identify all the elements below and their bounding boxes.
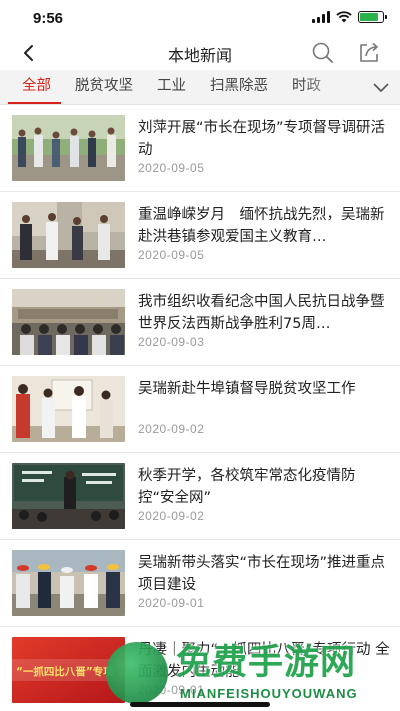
search-button[interactable] — [310, 40, 336, 66]
news-date: 2020-09-05 — [138, 248, 205, 262]
tab-poverty-alleviation[interactable]: 脱贫攻坚 — [63, 70, 145, 104]
news-title: 重温峥嵘岁月 缅怀抗战先烈，吴瑞新赴洪巷镇参观爱国主义教育… — [138, 207, 385, 245]
category-tab-bar: 全部 脱贫攻坚 工业 扫黑除恶 时政 — [0, 70, 400, 105]
share-icon — [360, 42, 378, 62]
news-item[interactable]: “一抓四比八晋”专项 丹凄｜聚力“一抓四比八晋”专项行动 全面激发内生动能 20… — [0, 627, 400, 711]
status-bar: 9:56 — [0, 0, 400, 36]
wifi-icon — [336, 11, 352, 23]
news-title: 吴瑞新带头落实“市长在现场”推进重点项目建设 — [138, 555, 386, 593]
news-item[interactable]: 重温峥嵘岁月 缅怀抗战先烈，吴瑞新赴洪巷镇参观爱国主义教育… 2020-09-0… — [0, 192, 400, 279]
news-thumbnail — [12, 115, 125, 181]
nav-bar: 本地新闻 — [0, 36, 400, 70]
news-date: 2020-09-05 — [138, 161, 205, 175]
search-icon — [312, 42, 333, 63]
news-title: 丹凄｜聚力“一抓四比八晋”专项行动 全面激发内生动能 — [138, 642, 390, 680]
news-thumbnail — [12, 289, 125, 355]
tab-politics[interactable]: 时政 — [280, 70, 333, 104]
news-thumbnail — [12, 202, 125, 268]
share-button[interactable] — [356, 40, 382, 66]
news-thumbnail — [12, 463, 125, 529]
home-indicator[interactable] — [130, 702, 270, 707]
expand-tabs-button[interactable] — [362, 70, 400, 104]
tab-all[interactable]: 全部 — [0, 70, 63, 104]
tab-industry[interactable]: 工业 — [145, 70, 198, 104]
category-tabs: 全部 脱贫攻坚 工业 扫黑除恶 时政 — [0, 70, 360, 104]
status-time: 9:56 — [33, 10, 64, 27]
thumbnail-caption: “一抓四比八晋”专项 — [16, 665, 114, 678]
news-item[interactable]: 我市组织收看纪念中国人民抗日战争暨世界反法西斯战争胜利75周… 2020-09-… — [0, 279, 400, 366]
news-thumbnail: “一抓四比八晋”专项 — [12, 637, 125, 703]
cellular-signal-icon — [312, 11, 330, 23]
news-date: 2020-09-01 — [138, 596, 205, 610]
news-date: 2020-09-02 — [138, 422, 205, 436]
news-item[interactable]: 秋季开学，各校筑牢常态化疫情防控“安全网” 2020-09-02 — [0, 453, 400, 540]
news-item[interactable]: 刘萍开展“市长在现场”专项督导调研活动 2020-09-05 — [0, 105, 400, 192]
news-date: 2020-09-01 — [138, 683, 205, 697]
news-list: 刘萍开展“市长在现场”专项督导调研活动 2020-09-05 重温峥嵘岁月 缅怀… — [0, 105, 400, 711]
news-date: 2020-09-02 — [138, 509, 205, 523]
news-title: 刘萍开展“市长在现场”专项督导调研活动 — [138, 120, 386, 158]
page-title: 本地新闻 — [167, 46, 232, 65]
news-title: 我市组织收看纪念中国人民抗日战争暨世界反法西斯战争胜利75周… — [138, 294, 385, 332]
news-thumbnail — [12, 376, 125, 442]
news-thumbnail — [12, 550, 125, 616]
news-item[interactable]: 吴瑞新赴牛埠镇督导脱贫攻坚工作 2020-09-02 — [0, 366, 400, 453]
status-icons — [312, 11, 387, 23]
chevron-down-icon — [373, 83, 389, 92]
news-title: 秋季开学，各校筑牢常态化疫情防控“安全网” — [138, 468, 356, 506]
news-date: 2020-09-03 — [138, 335, 205, 349]
tab-anti-crime[interactable]: 扫黑除恶 — [198, 70, 280, 104]
news-item[interactable]: 吴瑞新带头落实“市长在现场”推进重点项目建设 2020-09-01 — [0, 540, 400, 627]
battery-icon — [358, 11, 387, 23]
news-title: 吴瑞新赴牛埠镇督导脱贫攻坚工作 — [138, 381, 356, 397]
